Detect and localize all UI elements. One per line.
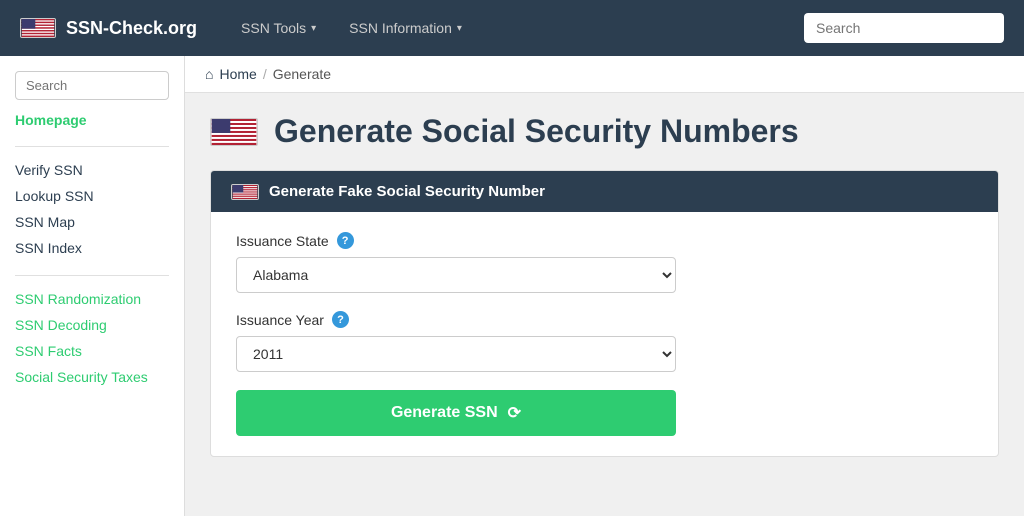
- content-area: Generate Social Security Numbers: [185, 93, 1024, 477]
- issuance-state-label: Issuance State: [236, 233, 329, 249]
- sidebar-item-lookup-ssn[interactable]: Lookup SSN: [15, 183, 169, 209]
- breadcrumb-current: Generate: [273, 66, 331, 82]
- issuance-year-group: Issuance Year ? 2011: [236, 311, 973, 372]
- issuance-state-group: Issuance State ? Alabama: [236, 232, 973, 293]
- brand[interactable]: SSN-Check.org: [20, 18, 197, 39]
- issuance-year-help-icon[interactable]: ?: [332, 311, 349, 328]
- breadcrumb-home-link[interactable]: Home: [219, 66, 256, 82]
- brand-name: SSN-Check.org: [66, 18, 197, 39]
- navbar-flag-icon: [20, 18, 56, 38]
- issuance-state-help-icon[interactable]: ?: [337, 232, 354, 249]
- sidebar-item-ssn-index[interactable]: SSN Index: [15, 235, 169, 261]
- page-heading: Generate Social Security Numbers: [210, 113, 999, 150]
- sidebar: Homepage Verify SSN Lookup SSN SSN Map S…: [0, 56, 185, 516]
- breadcrumb: ⌂ Home / Generate: [185, 56, 1024, 93]
- sidebar-divider-2: [15, 275, 169, 276]
- issuance-state-select[interactable]: Alabama: [236, 257, 676, 293]
- sidebar-item-ssn-facts[interactable]: SSN Facts: [15, 338, 169, 364]
- card-body: Issuance State ? Alabama Issuance Year ?: [211, 212, 998, 456]
- nav-item-ssn-info[interactable]: SSN Information ▾: [335, 12, 476, 44]
- main-content: ⌂ Home / Generate: [185, 56, 1024, 516]
- sidebar-item-ssn-map[interactable]: SSN Map: [15, 209, 169, 235]
- breadcrumb-separator: /: [263, 66, 267, 82]
- navbar: SSN-Check.org SSN Tools ▾ SSN Informatio…: [0, 0, 1024, 56]
- chevron-down-icon: ▾: [311, 23, 316, 34]
- nav-item-ssn-tools-label: SSN Tools: [241, 20, 306, 36]
- issuance-year-select[interactable]: 2011: [236, 336, 676, 372]
- sidebar-item-verify-ssn[interactable]: Verify SSN: [15, 157, 169, 183]
- page-title: Generate Social Security Numbers: [274, 113, 799, 150]
- sidebar-search-container: [15, 71, 169, 100]
- chevron-down-icon: ▾: [457, 23, 462, 34]
- issuance-state-label-row: Issuance State ?: [236, 232, 973, 249]
- card-header: Generate Fake Social Security Number: [211, 171, 998, 212]
- sidebar-item-ssn-decoding[interactable]: SSN Decoding: [15, 312, 169, 338]
- heading-flag-icon: [210, 118, 258, 146]
- issuance-year-label-row: Issuance Year ?: [236, 311, 973, 328]
- sidebar-item-ssn-randomization[interactable]: SSN Randomization: [15, 286, 169, 312]
- page-layout: Homepage Verify SSN Lookup SSN SSN Map S…: [0, 56, 1024, 516]
- generate-ssn-button[interactable]: Generate SSN ⟳: [236, 390, 676, 436]
- nav-item-ssn-tools[interactable]: SSN Tools ▾: [227, 12, 330, 44]
- home-icon: ⌂: [205, 66, 213, 82]
- refresh-icon: ⟳: [508, 403, 521, 423]
- nav-item-ssn-info-label: SSN Information: [349, 20, 452, 36]
- card-header-label: Generate Fake Social Security Number: [269, 183, 545, 200]
- navbar-search-container: [804, 13, 1004, 43]
- generate-button-label: Generate SSN: [391, 404, 498, 422]
- sidebar-search-input[interactable]: [15, 71, 169, 100]
- generate-card: Generate Fake Social Security Number Iss…: [210, 170, 999, 457]
- navbar-search-input[interactable]: [804, 13, 1004, 43]
- sidebar-item-homepage[interactable]: Homepage: [15, 112, 169, 128]
- sidebar-item-social-security-taxes[interactable]: Social Security Taxes: [15, 364, 169, 390]
- issuance-year-label: Issuance Year: [236, 312, 324, 328]
- nav-menu: SSN Tools ▾ SSN Information ▾: [227, 12, 476, 44]
- card-header-flag-icon: [231, 184, 259, 200]
- sidebar-divider-1: [15, 146, 169, 147]
